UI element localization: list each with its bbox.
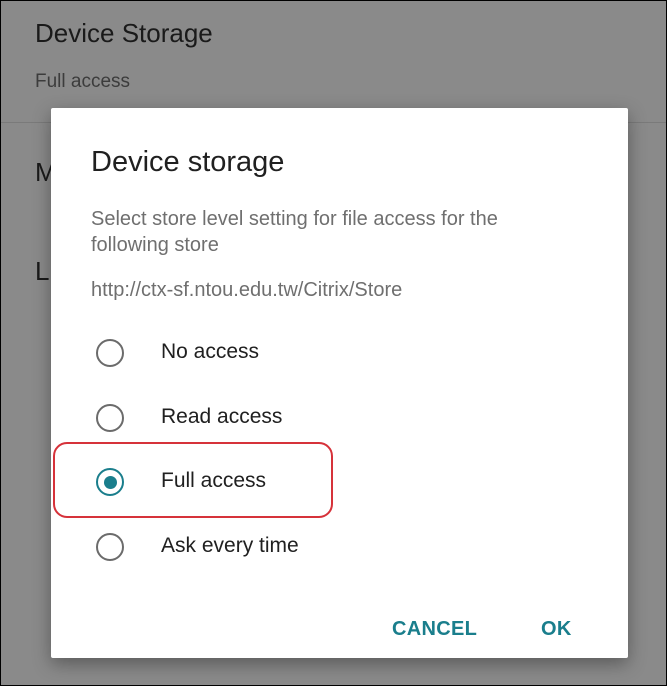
setting-title: L bbox=[35, 256, 50, 286]
option-label: Read access bbox=[161, 405, 283, 428]
ok-button[interactable]: OK bbox=[541, 618, 572, 641]
option-label: No access bbox=[161, 340, 260, 363]
radio-button-checked[interactable] bbox=[96, 468, 124, 496]
setting-subtitle: Full access bbox=[35, 71, 131, 92]
radio-button[interactable] bbox=[96, 533, 124, 561]
option-label: Ask every time bbox=[161, 534, 299, 557]
dialog-message: Select store level setting for file acce… bbox=[91, 208, 498, 256]
cancel-button[interactable]: CANCEL bbox=[392, 618, 477, 641]
dialog-title: Device storage bbox=[91, 146, 285, 178]
option-read-access[interactable]: Read access bbox=[91, 393, 531, 443]
option-ask-every-time[interactable]: Ask every time bbox=[91, 522, 531, 572]
radio-button[interactable] bbox=[96, 339, 124, 367]
device-storage-dialog: Device storage Select store level settin… bbox=[51, 108, 628, 658]
option-full-access[interactable]: Full access bbox=[91, 457, 531, 507]
radio-dot-icon bbox=[103, 475, 117, 489]
setting-title: Device Storage bbox=[35, 18, 213, 48]
option-label: Full access bbox=[161, 469, 267, 492]
store-url: http://ctx-sf.ntou.edu.tw/Citrix/Store bbox=[91, 279, 403, 301]
option-no-access[interactable]: No access bbox=[91, 328, 531, 378]
radio-button[interactable] bbox=[96, 404, 124, 432]
screen: Device Storage Full access M L Device st… bbox=[0, 0, 667, 686]
